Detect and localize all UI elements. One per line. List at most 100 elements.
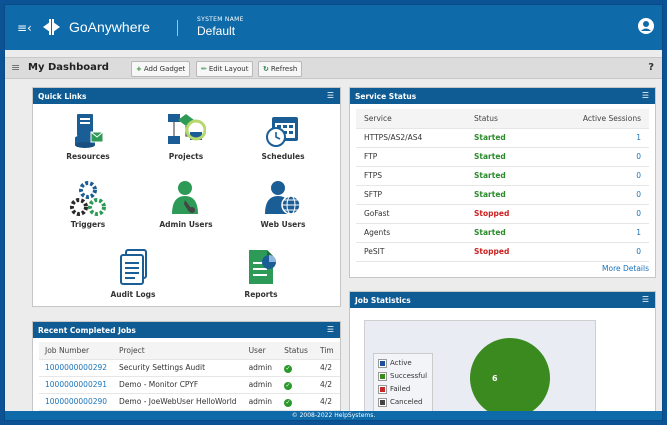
quick-links-title: Quick Links [38, 92, 87, 101]
job-statistics-panel: Job Statistics ☰ Active Successful Failed C… [349, 291, 656, 420]
service-status-value: Started [466, 166, 541, 186]
job-status: ✓ [278, 376, 314, 394]
panel-menu-icon[interactable]: ☰ [327, 91, 334, 100]
job-number-link[interactable]: 1000000000292 [39, 359, 114, 377]
column-header-status: Status [466, 109, 541, 129]
column-header-active-sessions: Active Sessions [540, 109, 649, 129]
pie-slice-successful[interactable] [470, 338, 550, 418]
legend-item[interactable]: Canceled [378, 396, 427, 409]
top-navbar: ≡‹ GoAnywhere SYSTEM NAME Default [5, 5, 662, 50]
service-status-value: Stopped [466, 204, 541, 224]
table-header-row: Job Number Project User Status Tim [39, 342, 340, 360]
column-header-service: Service [356, 109, 466, 129]
service-name: Agents [356, 223, 466, 243]
quick-link-projects[interactable]: Projects [141, 112, 231, 161]
reports-icon [249, 250, 276, 284]
quick-link-reports[interactable]: Reports [216, 248, 306, 299]
job-user: admin [242, 359, 279, 377]
help-icon[interactable]: ? [648, 62, 654, 73]
table-row: SFTP Started 0 [356, 185, 649, 205]
quick-link-web-users[interactable]: Web Users [238, 180, 328, 229]
quick-link-resources[interactable]: Resources [43, 112, 133, 161]
job-number-link[interactable]: 1000000000290 [39, 393, 114, 411]
pie-slice-label: 6 [492, 374, 498, 383]
quick-link-admin-users[interactable]: Admin Users [141, 180, 231, 229]
quick-link-schedules[interactable]: Schedules [238, 112, 328, 161]
legend-label: Active [390, 359, 412, 367]
refresh-button[interactable]: ↻ Refresh [258, 61, 303, 77]
job-user: admin [242, 376, 279, 394]
column-header-status: Status [278, 342, 314, 360]
table-row: FTPS Started 0 [356, 166, 649, 186]
legend-item[interactable]: Failed [378, 383, 427, 396]
service-name: SFTP [356, 185, 466, 205]
service-status-value: Started [466, 185, 541, 205]
edit-layout-button[interactable]: ✏ Edit Layout [196, 61, 254, 77]
resources-icon [75, 114, 104, 148]
app-window: ≡‹ GoAnywhere SYSTEM NAME Default ≡ My D… [4, 4, 663, 421]
quick-link-triggers[interactable]: Triggers [43, 180, 133, 229]
job-project: Demo - JoeWebUser HelloWorld [113, 393, 243, 411]
column-header-user: User [242, 342, 279, 360]
job-number-link[interactable]: 1000000000291 [39, 376, 114, 394]
service-status-value: Stopped [466, 242, 541, 262]
add-gadget-button[interactable]: + Add Gadget [131, 61, 191, 77]
recent-jobs-rows: 1000000000292 Security Settings Audit admi… [39, 359, 340, 411]
audit-logs-label: Audit Logs [110, 290, 156, 299]
quick-link-audit-logs[interactable]: Audit Logs [88, 248, 178, 299]
legend-swatch [378, 371, 387, 381]
success-check-icon: ✓ [284, 364, 293, 373]
success-check-icon: ✓ [284, 381, 293, 390]
pencil-icon: ✏ [201, 65, 207, 73]
more-details-link[interactable]: More Details [602, 264, 649, 273]
table-row: Agents Started 1 [356, 223, 649, 243]
active-sessions-link[interactable]: 0 [540, 242, 649, 262]
service-status-panel: Service Status ☰ Service Status Active S… [349, 87, 656, 278]
web-users-label: Web Users [260, 220, 306, 229]
job-time: 4/2 [313, 359, 340, 377]
service-name: GoFast [356, 204, 466, 224]
divider [177, 20, 178, 36]
recent-jobs-table: Job Number Project User Status Tim 10000… [39, 342, 340, 411]
active-sessions-link[interactable]: 0 [540, 147, 649, 167]
job-time: 4/2 [313, 376, 340, 394]
active-sessions-link[interactable]: 1 [540, 223, 649, 243]
service-status-rows: HTTPS/AS2/AS4 Started 1 FTP Started 0 FTPS Star… [356, 128, 649, 262]
service-status-value: Started [466, 223, 541, 243]
admin-users-label: Admin Users [159, 220, 213, 229]
add-gadget-label: Add Gadget [143, 65, 186, 73]
projects-icon [168, 114, 207, 144]
recent-jobs-panel: Recent Completed Jobs ☰ Job Number Proje… [32, 321, 341, 420]
panel-menu-icon[interactable]: ☰ [642, 91, 649, 100]
dashboard-title: My Dashboard [28, 62, 109, 73]
active-sessions-link[interactable]: 0 [540, 204, 649, 224]
table-row: GoFast Stopped 0 [356, 204, 649, 224]
job-status: ✓ [278, 393, 314, 411]
job-statistics-header: Job Statistics ☰ [350, 292, 655, 308]
service-name: PeSIT [356, 242, 466, 262]
brand-name[interactable]: GoAnywhere [69, 19, 150, 35]
active-sessions-link[interactable]: 0 [540, 166, 649, 186]
table-row: 1000000000291 Demo - Monitor CPYF admin ✓ 4/… [39, 376, 340, 394]
panel-menu-icon[interactable]: ☰ [327, 325, 334, 334]
triggers-icon [70, 181, 106, 216]
web-users-icon [265, 181, 301, 215]
reports-label: Reports [244, 290, 278, 299]
user-account-icon[interactable] [638, 18, 654, 34]
menu-toggle-icon[interactable]: ≡‹ [17, 21, 32, 35]
dashboard-menu-icon[interactable]: ≡ [11, 61, 20, 74]
service-name: FTP [356, 147, 466, 167]
legend-item[interactable]: Successful [378, 370, 428, 383]
legend-item[interactable]: Active [378, 357, 427, 370]
recent-jobs-title: Recent Completed Jobs [38, 326, 136, 335]
projects-label: Projects [168, 152, 204, 161]
job-user: admin [242, 393, 279, 411]
service-status-header: Service Status ☰ [350, 88, 655, 104]
legend-label: Successful [390, 372, 428, 380]
active-sessions-link[interactable]: 0 [540, 185, 649, 205]
active-sessions-link[interactable]: 1 [540, 128, 649, 148]
panel-menu-icon[interactable]: ☰ [642, 295, 649, 304]
job-status: ✓ [278, 359, 314, 377]
table-header-row: Service Status Active Sessions [356, 109, 649, 129]
service-status-table-wrap: Service Status Active Sessions HTTPS/AS2… [350, 104, 655, 262]
